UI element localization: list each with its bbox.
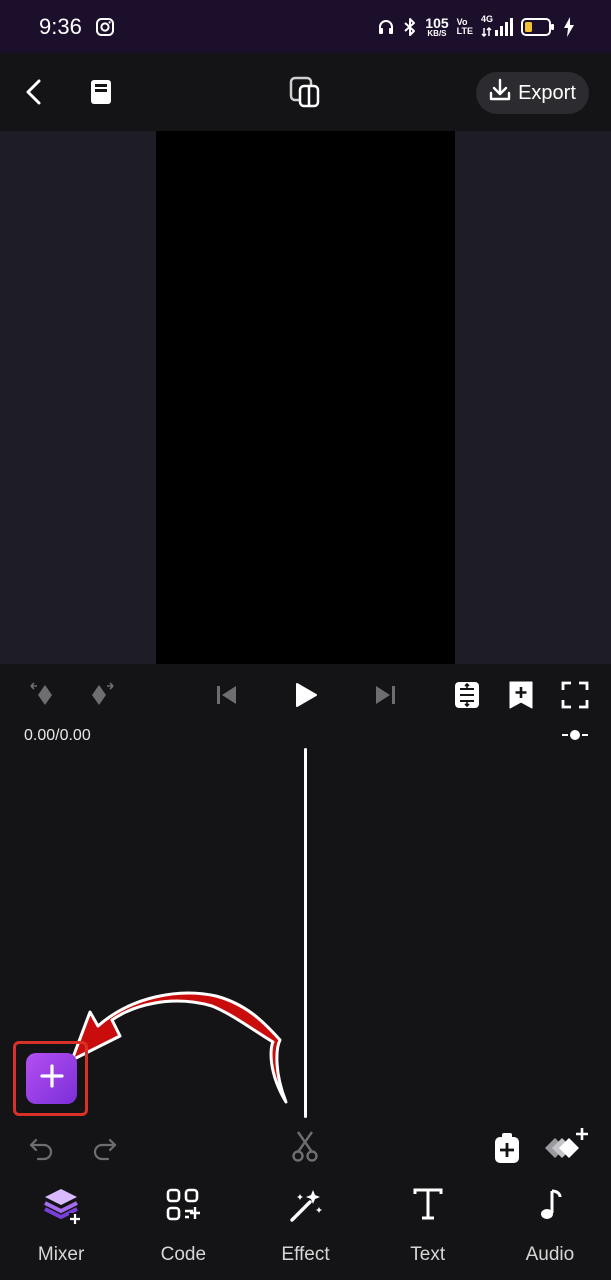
bookmark-add-icon[interactable] [507, 680, 535, 715]
battery-icon [521, 18, 555, 36]
video-preview [0, 131, 611, 664]
keyframe-prev-icon[interactable] [28, 680, 58, 715]
nav-item-text[interactable]: Text [367, 1175, 489, 1280]
charging-icon [563, 17, 575, 37]
effect-icon [286, 1185, 326, 1225]
playhead[interactable] [304, 748, 307, 1118]
zoom-icon[interactable] [560, 727, 590, 743]
code-icon [163, 1185, 203, 1225]
clip-add-icon[interactable] [492, 1131, 522, 1165]
skip-back-icon[interactable] [214, 680, 240, 715]
nav-label-text: Text [410, 1244, 446, 1265]
play-icon[interactable] [292, 680, 320, 715]
nav-label-code: Code [160, 1244, 207, 1265]
bluetooth-icon [403, 17, 417, 37]
align-icon[interactable] [453, 680, 481, 715]
status-indicators: 105 KB/S Vo LTE 4G [377, 12, 575, 42]
network-type: 4G [481, 14, 494, 24]
fullscreen-icon[interactable] [561, 680, 589, 715]
nav-item-code[interactable]: Code [122, 1175, 244, 1280]
skip-forward-icon[interactable] [372, 680, 398, 715]
text-icon [408, 1185, 448, 1225]
aspect-ratio-icon[interactable] [288, 76, 322, 108]
playback-controls [0, 664, 611, 724]
scissors-icon[interactable] [290, 1130, 320, 1162]
nav-item-mixer[interactable]: Mixer [0, 1175, 122, 1280]
timeline[interactable] [0, 748, 611, 1128]
time-display: 0.00/0.00 [24, 727, 91, 744]
volte-indicator: Vo LTE [457, 18, 473, 36]
add-media-icon [39, 1063, 65, 1094]
export-label: Export [518, 81, 576, 104]
instagram-icon [95, 17, 115, 37]
editor-toolbar: Export [0, 53, 611, 131]
status-time: 9:36 [39, 14, 82, 39]
volte-bottom: LTE [456, 26, 473, 36]
network-speed-value: 105 [425, 15, 449, 31]
layers-add-icon[interactable] [545, 1128, 591, 1166]
nav-item-audio[interactable]: Audio [489, 1175, 611, 1280]
status-bar: 9:36 105 KB/S Vo LTE 4G [0, 0, 611, 53]
video-canvas[interactable] [156, 131, 455, 664]
back-icon[interactable] [22, 77, 48, 107]
undo-icon[interactable] [28, 1134, 56, 1162]
nav-label-effect: Effect [281, 1244, 330, 1265]
export-button[interactable]: Export [476, 72, 589, 114]
redo-icon[interactable] [90, 1134, 118, 1162]
project-icon[interactable] [88, 78, 114, 106]
keyframe-next-icon[interactable] [86, 680, 116, 715]
network-speed: 105 KB/S [425, 16, 448, 38]
mixer-icon [41, 1185, 82, 1225]
bottom-nav: Mixer Code Effect Text Audio [0, 1175, 611, 1280]
add-media-button[interactable] [26, 1053, 77, 1104]
audio-icon [530, 1185, 570, 1225]
network-speed-unit: KB/S [427, 29, 447, 38]
download-icon [489, 78, 511, 108]
nav-label-mixer: Mixer [37, 1244, 85, 1265]
signal-icon: 4G [481, 14, 513, 38]
nav-label-audio: Audio [525, 1244, 575, 1265]
headphones-icon [377, 18, 395, 36]
nav-item-effect[interactable]: Effect [244, 1175, 366, 1280]
